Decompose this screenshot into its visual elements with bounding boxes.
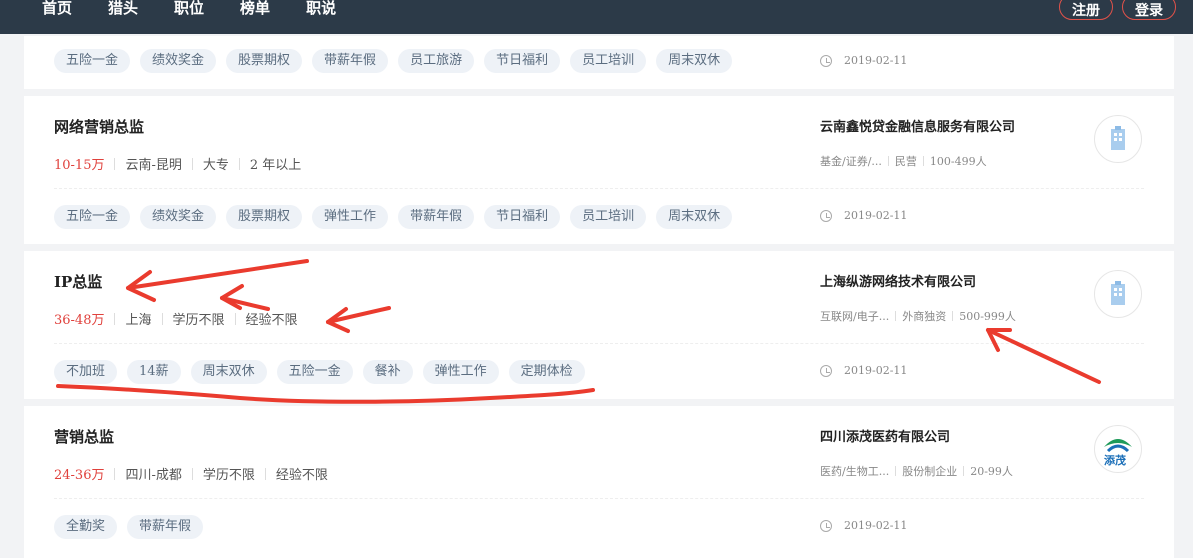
building-icon bbox=[1111, 126, 1125, 150]
location: 上海 bbox=[125, 313, 152, 328]
company-meta: 互联网/电子... 外商独资 500-999人 bbox=[820, 308, 1016, 324]
company-name[interactable]: 上海纵游网络技术有限公司 bbox=[820, 271, 976, 290]
company-name[interactable]: 云南鑫悦贷金融信息服务有限公司 bbox=[820, 116, 1015, 135]
post-date: 2019-02-11 bbox=[820, 54, 907, 67]
benefit-tag: 定期体检 bbox=[508, 360, 585, 384]
divider bbox=[54, 188, 1144, 189]
benefit-tag: 全勤奖 bbox=[54, 515, 118, 539]
benefit-tag: 弹性工作 bbox=[422, 360, 499, 384]
clock-icon bbox=[820, 54, 832, 67]
experience: 经验不限 bbox=[275, 468, 328, 483]
benefit-tag: 带薪年假 bbox=[312, 49, 389, 73]
education: 大专 bbox=[202, 158, 229, 173]
benefit-tag: 带薪年假 bbox=[127, 515, 204, 539]
industry: 基金/证券/... bbox=[820, 155, 882, 168]
salary: 36-48万 bbox=[54, 313, 105, 328]
benefit-tag: 绩效奖金 bbox=[140, 205, 217, 229]
job-title[interactable]: 网络营销总监 bbox=[54, 116, 144, 137]
benefit-tag: 14薪 bbox=[127, 360, 181, 384]
benefit-tag: 股票期权 bbox=[226, 205, 303, 229]
benefit-tag: 周末双休 bbox=[190, 360, 267, 384]
nav-articles[interactable]: 职说 bbox=[306, 0, 336, 18]
job-card[interactable]: 五险一金 绩效奖金 股票期权 带薪年假 员工旅游 节日福利 员工培训 周末双休 … bbox=[24, 36, 1174, 89]
benefit-tag: 绩效奖金 bbox=[140, 49, 217, 73]
main-nav: 首页 猎头 职位 榜单 职说 bbox=[42, 0, 372, 18]
company-size: 20-99人 bbox=[970, 465, 1013, 478]
date-text: 2019-02-11 bbox=[844, 364, 908, 377]
post-date: 2019-02-11 bbox=[820, 364, 907, 377]
experience: 2 年以上 bbox=[249, 158, 302, 173]
date-text: 2019-02-11 bbox=[844, 54, 908, 67]
location: 四川-成都 bbox=[125, 468, 182, 483]
benefit-tag: 股票期权 bbox=[226, 49, 303, 73]
job-meta: 36-48万 上海 学历不限 经验不限 bbox=[54, 309, 298, 328]
company-logo[interactable] bbox=[1094, 115, 1142, 163]
date-text: 2019-02-11 bbox=[844, 519, 908, 532]
location: 云南-昆明 bbox=[125, 158, 182, 173]
education: 学历不限 bbox=[172, 313, 225, 328]
benefit-tags: 五险一金 绩效奖金 股票期权 弹性工作 带薪年假 节日福利 员工培训 周末双休 bbox=[54, 205, 733, 229]
industry: 医药/生物工... bbox=[820, 465, 890, 478]
education: 学历不限 bbox=[202, 468, 255, 483]
company-logo[interactable] bbox=[1094, 270, 1142, 318]
industry: 互联网/电子... bbox=[820, 310, 890, 323]
benefit-tag: 餐补 bbox=[362, 360, 413, 384]
job-title[interactable]: IP总监 bbox=[54, 271, 102, 292]
nav-jobs[interactable]: 职位 bbox=[174, 0, 204, 18]
job-meta: 10-15万 云南-昆明 大专 2 年以上 bbox=[54, 154, 301, 173]
company-meta: 医药/生物工... 股份制企业 20-99人 bbox=[820, 463, 1013, 479]
benefit-tag: 带薪年假 bbox=[398, 205, 475, 229]
benefit-tag: 五险一金 bbox=[54, 49, 131, 73]
company-logo[interactable]: 添茂 bbox=[1094, 425, 1142, 473]
clock-icon bbox=[820, 519, 832, 532]
nav-rankings[interactable]: 榜单 bbox=[240, 0, 270, 18]
divider bbox=[54, 498, 1144, 499]
salary: 24-36万 bbox=[54, 468, 105, 483]
benefit-tag: 不加班 bbox=[54, 360, 118, 384]
register-button[interactable]: 注册 bbox=[1059, 0, 1113, 20]
company-type: 股份制企业 bbox=[902, 465, 958, 478]
salary: 10-15万 bbox=[54, 158, 105, 173]
benefit-tag: 五险一金 bbox=[54, 205, 131, 229]
post-date: 2019-02-11 bbox=[820, 519, 907, 532]
nav-home[interactable]: 首页 bbox=[42, 0, 72, 18]
company-name[interactable]: 四川添茂医药有限公司 bbox=[820, 426, 950, 445]
top-nav-bar: 首页 猎头 职位 榜单 职说 注册 登录 bbox=[0, 0, 1193, 34]
company-size: 100-499人 bbox=[929, 155, 987, 168]
benefit-tags: 不加班 14薪 周末双休 五险一金 餐补 弹性工作 定期体检 bbox=[54, 360, 585, 384]
login-button[interactable]: 登录 bbox=[1122, 0, 1176, 20]
company-size: 500-999人 bbox=[959, 310, 1016, 323]
company-meta: 基金/证券/... 民营 100-499人 bbox=[820, 153, 987, 169]
benefit-tag: 周末双休 bbox=[656, 49, 733, 73]
benefit-tag: 员工培训 bbox=[570, 205, 647, 229]
date-text: 2019-02-11 bbox=[844, 209, 908, 222]
benefit-tag: 周末双休 bbox=[656, 205, 733, 229]
benefit-tag: 员工旅游 bbox=[398, 49, 475, 73]
nav-headhunter[interactable]: 猎头 bbox=[108, 0, 138, 18]
company-type: 外商独资 bbox=[902, 310, 947, 323]
benefit-tags: 全勤奖 带薪年假 bbox=[54, 515, 204, 539]
experience: 经验不限 bbox=[245, 313, 298, 328]
divider bbox=[54, 343, 1144, 344]
job-title[interactable]: 营销总监 bbox=[54, 426, 114, 447]
benefit-tags: 五险一金 绩效奖金 股票期权 带薪年假 员工旅游 节日福利 员工培训 周末双休 bbox=[54, 49, 733, 73]
post-date: 2019-02-11 bbox=[820, 209, 907, 222]
benefit-tag: 弹性工作 bbox=[312, 205, 389, 229]
benefit-tag: 员工培训 bbox=[570, 49, 647, 73]
job-card[interactable]: 营销总监 24-36万 四川-成都 学历不限 经验不限 四川添茂医药有限公司 医… bbox=[24, 406, 1174, 558]
clock-icon bbox=[820, 209, 832, 222]
logo-text: 添茂 bbox=[1104, 454, 1126, 467]
job-card[interactable]: 网络营销总监 10-15万 云南-昆明 大专 2 年以上 云南鑫悦贷金融信息服务… bbox=[24, 96, 1174, 244]
benefit-tag: 节日福利 bbox=[484, 49, 561, 73]
benefit-tag: 五险一金 bbox=[276, 360, 353, 384]
benefit-tag: 节日福利 bbox=[484, 205, 561, 229]
company-type: 民营 bbox=[894, 155, 917, 168]
job-card[interactable]: IP总监 36-48万 上海 学历不限 经验不限 上海纵游网络技术有限公司 互联… bbox=[24, 251, 1174, 399]
building-icon bbox=[1111, 281, 1125, 305]
job-meta: 24-36万 四川-成都 学历不限 经验不限 bbox=[54, 464, 328, 483]
clock-icon bbox=[820, 364, 832, 377]
